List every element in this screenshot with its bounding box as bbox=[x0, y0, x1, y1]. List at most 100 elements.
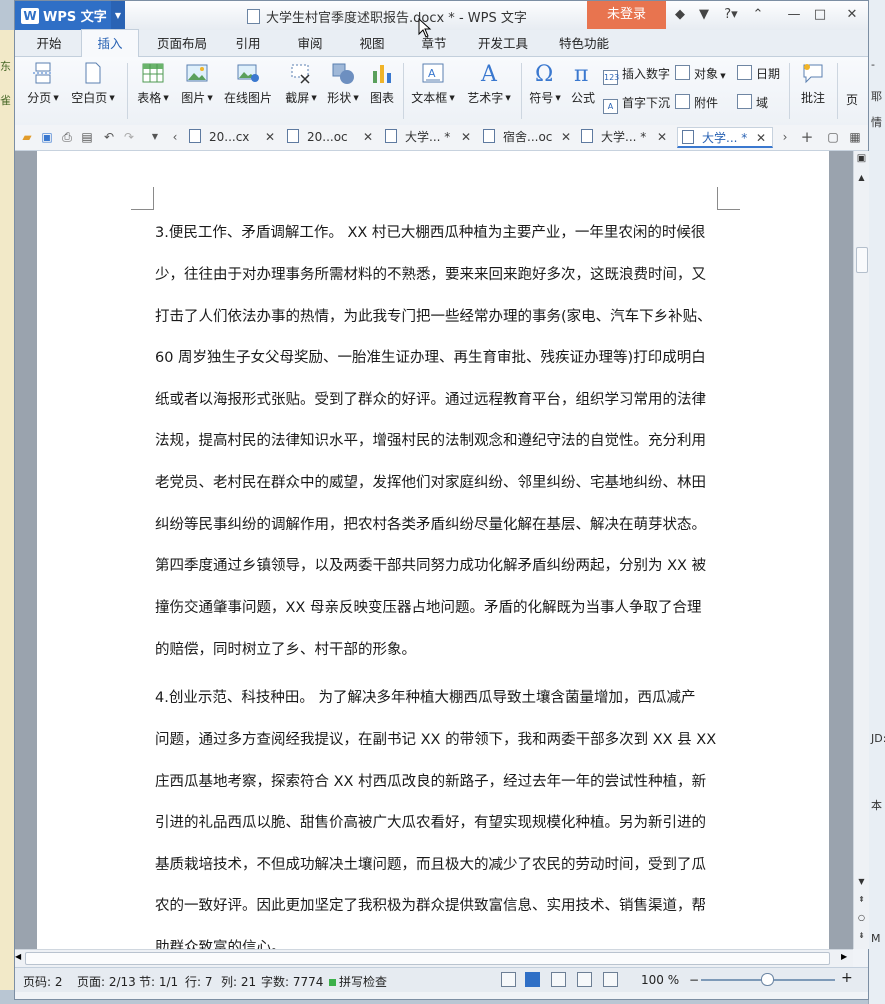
desktop-fragment: 情 bbox=[871, 116, 882, 129]
help-icon[interactable]: ?▾ bbox=[719, 6, 743, 24]
save-icon[interactable]: ▣ bbox=[39, 129, 55, 145]
section-indicator[interactable]: 节: 1/1 bbox=[139, 973, 178, 990]
next-page-icon[interactable]: ⇟ bbox=[855, 931, 868, 940]
spell-check[interactable]: 拼写检查 bbox=[329, 973, 387, 990]
maximize-icon[interactable]: □ bbox=[811, 6, 829, 24]
insert-number-button[interactable]: 123 插入数字 bbox=[603, 65, 670, 85]
wps-logo-button[interactable]: W WPS 文字 bbox=[15, 1, 125, 30]
close-tab-icon[interactable]: ✕ bbox=[461, 127, 471, 148]
zoom-in-icon[interactable]: + bbox=[841, 970, 853, 986]
page-break-button[interactable]: 分页 ▼ bbox=[23, 61, 63, 106]
svg-text:π: π bbox=[574, 62, 588, 85]
close-tab-icon[interactable]: ✕ bbox=[756, 128, 766, 149]
tab-page-layout[interactable]: 页面布局 bbox=[147, 30, 217, 56]
column-indicator: 列: 21 bbox=[221, 975, 257, 989]
pi-icon: π bbox=[574, 62, 588, 85]
app-menu-dropdown-icon[interactable]: ▼ bbox=[111, 1, 125, 30]
minimize-icon[interactable]: — bbox=[785, 6, 803, 24]
picture-button[interactable]: 图片 ▼ bbox=[177, 61, 217, 106]
symbol-button[interactable]: Ω 符号 ▼ bbox=[525, 61, 565, 106]
document-tab[interactable]: 大学... * ✕ bbox=[385, 127, 471, 148]
header-button[interactable]: 页 bbox=[841, 91, 863, 108]
document-page[interactable]: 3.便民工作、矛盾调解工作。 XX 村已大棚西瓜种植为主要产业，一年里农闲的时候… bbox=[37, 151, 829, 949]
tab-scroll-right-icon[interactable]: › bbox=[777, 129, 793, 145]
horizontal-scroll-thumb[interactable] bbox=[25, 952, 830, 965]
blank-page-button[interactable]: 空白页 ▼ bbox=[67, 61, 119, 106]
text-line: 老党员、老村民在群众中的威望，发挥他们对家庭纠纷、邻里纠纷、宅基地纠纷、林田 bbox=[155, 475, 706, 491]
drop-cap-button[interactable]: A 首字下沉 bbox=[603, 94, 670, 114]
tab-features[interactable]: 特色功能 bbox=[549, 30, 619, 56]
collapse-ribbon-icon[interactable]: ⌃ bbox=[749, 6, 767, 24]
undo-icon[interactable]: ↶ bbox=[101, 129, 117, 145]
close-tab-icon[interactable]: ✕ bbox=[363, 127, 373, 148]
print-preview-icon[interactable]: ▤ bbox=[79, 129, 95, 145]
tab-scroll-left-icon[interactable]: ‹ bbox=[167, 129, 183, 145]
document-tab-active[interactable]: 大学... * ✕ bbox=[677, 127, 773, 148]
text-line: 第四季度通过乡镇领导，以及两委干部共同努力成功化解矛盾纠纷两起，分别为 XX 被 bbox=[155, 558, 707, 574]
document-tab[interactable]: 20...cx ✕ bbox=[189, 127, 275, 148]
textbox-button[interactable]: A 文本框 ▼ bbox=[409, 61, 457, 106]
close-tab-icon[interactable]: ✕ bbox=[265, 127, 275, 148]
object-button[interactable]: 对象 ▼ bbox=[675, 65, 726, 82]
text-line: 基质栽培技术，不但成功解决土壤问题，而且极大的减少了农民的劳动时间，受到了瓜 bbox=[155, 857, 706, 873]
open-icon[interactable]: ▰ bbox=[19, 129, 35, 145]
screenshot-button[interactable]: 截屏 ▼ bbox=[281, 61, 321, 106]
online-picture-button[interactable]: 在线图片 bbox=[221, 61, 275, 106]
previous-page-icon[interactable]: ⇞ bbox=[855, 895, 868, 904]
vertical-scrollbar[interactable]: ▣ ▲ ▼ ⇞ ○ ⇟ bbox=[853, 151, 869, 949]
new-tab-icon[interactable]: + bbox=[799, 129, 815, 145]
close-tab-icon[interactable]: ✕ bbox=[561, 127, 571, 148]
chart-button[interactable]: 图表 bbox=[367, 61, 397, 106]
scroll-thumb[interactable] bbox=[856, 247, 868, 273]
select-browse-object-icon[interactable]: ○ bbox=[855, 913, 868, 922]
tab-references[interactable]: 引用 bbox=[225, 30, 271, 56]
scroll-right-icon[interactable]: ▶ bbox=[841, 952, 851, 961]
login-button[interactable]: 未登录 bbox=[587, 1, 666, 29]
page-count[interactable]: 页面: 2/13 bbox=[77, 973, 136, 990]
quick-access-dropdown-icon[interactable]: ▼ bbox=[147, 129, 163, 145]
tab-review[interactable]: 审阅 bbox=[287, 30, 333, 56]
scroll-up-icon[interactable]: ▲ bbox=[855, 173, 868, 182]
page-number[interactable]: 页码: 2 bbox=[23, 973, 63, 990]
zoom-level[interactable]: 100 % bbox=[641, 973, 679, 987]
reading-view-icon[interactable] bbox=[603, 972, 618, 987]
scroll-left-icon[interactable]: ◀ bbox=[15, 952, 25, 961]
tab-menu-icon[interactable]: ▦ bbox=[847, 129, 863, 145]
tab-developer[interactable]: 开发工具 bbox=[473, 30, 533, 56]
print-icon[interactable]: ⎙ bbox=[59, 129, 75, 145]
full-screen-view-icon[interactable] bbox=[501, 972, 516, 987]
field-button[interactable]: 域 bbox=[737, 94, 768, 111]
skin-icon[interactable]: ◆ bbox=[671, 6, 689, 24]
outline-view-icon[interactable] bbox=[551, 972, 566, 987]
redo-icon[interactable]: ↷ bbox=[121, 129, 137, 145]
title-bar: W WPS 文字 ▼ 大学生村官季度述职报告.docx * - WPS 文字 未… bbox=[15, 1, 868, 30]
attachment-button[interactable]: 附件 bbox=[675, 94, 718, 111]
document-tab[interactable]: 20...oc ✕ bbox=[287, 127, 373, 148]
tab-start[interactable]: 开始 bbox=[25, 30, 73, 56]
date-button[interactable]: 日期 bbox=[737, 65, 780, 82]
zoom-out-icon[interactable]: − bbox=[689, 973, 699, 987]
shapes-button[interactable]: 形状 ▼ bbox=[323, 61, 363, 106]
close-tab-icon[interactable]: ✕ bbox=[657, 127, 667, 148]
document-tab[interactable]: 大学... * ✕ bbox=[581, 127, 667, 148]
wordart-button[interactable]: A 艺术字 ▼ bbox=[463, 61, 515, 106]
document-tab[interactable]: 宿舍...oc ✕ bbox=[483, 127, 571, 148]
formula-button[interactable]: π 公式 bbox=[567, 61, 599, 106]
document-canvas[interactable]: 3.便民工作、矛盾调解工作。 XX 村已大棚西瓜种植为主要产业，一年里农闲的时候… bbox=[15, 151, 853, 949]
text-line: 撞伤交通肇事问题，XX 母亲反映变压器占地问题。矛盾的化解既为当事人争取了合理 bbox=[155, 600, 702, 616]
online-picture-icon bbox=[237, 64, 259, 82]
split-view-icon[interactable]: ▣ bbox=[855, 153, 868, 164]
web-view-icon[interactable] bbox=[577, 972, 592, 987]
shirt-icon[interactable]: ▼ bbox=[695, 6, 713, 24]
page-view-icon[interactable] bbox=[525, 972, 540, 987]
scroll-down-icon[interactable]: ▼ bbox=[855, 877, 868, 886]
table-button[interactable]: 表格 ▼ bbox=[133, 61, 173, 106]
horizontal-scrollbar[interactable]: ◀ ▶ bbox=[15, 949, 853, 967]
close-icon[interactable]: ✕ bbox=[843, 6, 861, 24]
tab-view[interactable]: 视图 bbox=[349, 30, 395, 56]
comment-button[interactable]: 批注 bbox=[795, 61, 831, 106]
word-count[interactable]: 字数: 7774 bbox=[261, 973, 323, 990]
tab-insert[interactable]: 插入 bbox=[81, 29, 139, 58]
zoom-slider-knob[interactable] bbox=[761, 973, 774, 986]
tab-list-icon[interactable]: ▢ bbox=[825, 129, 841, 145]
